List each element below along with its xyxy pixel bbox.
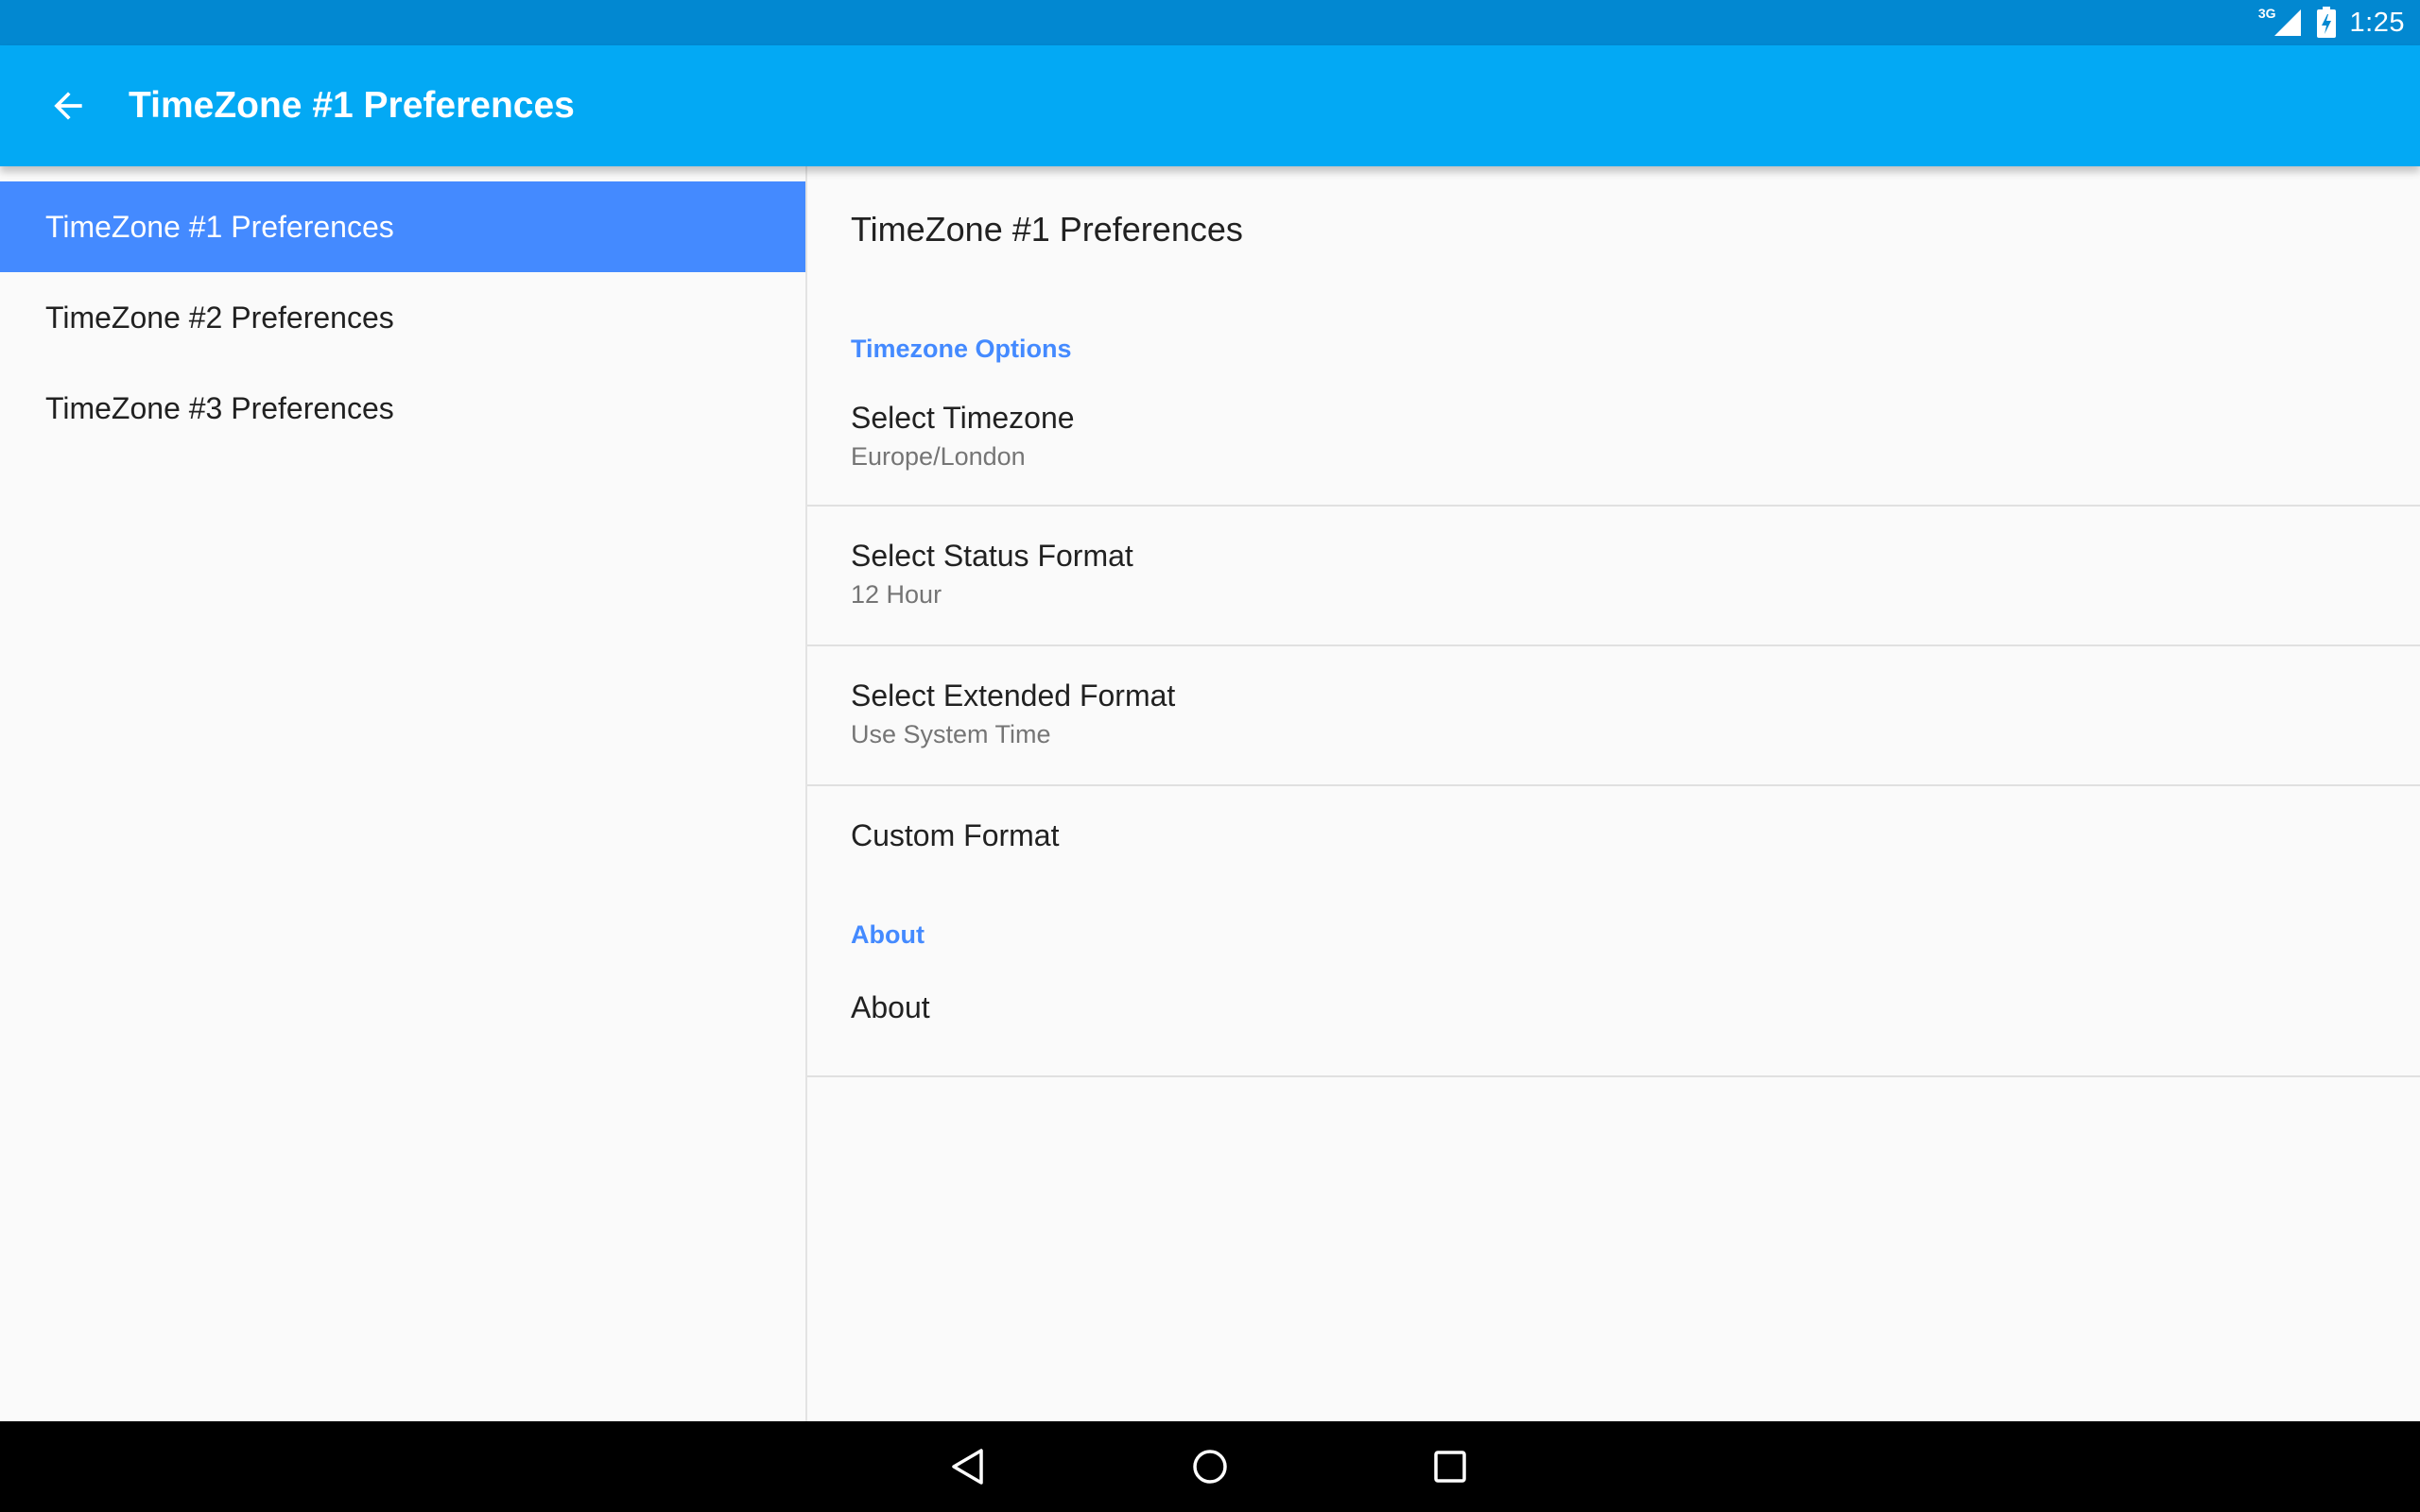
nav-back-button[interactable] (923, 1433, 1013, 1501)
category-timezone-options: Timezone Options (851, 335, 1072, 363)
home-circle-icon (1193, 1450, 1227, 1484)
navigation-bar (0, 1421, 2420, 1512)
pref-summary: Use System Time (851, 720, 1051, 748)
status-bar: 3G 1:25 (0, 0, 2420, 45)
signal-icon (2273, 9, 2301, 36)
pref-select-status-format[interactable]: Select Status Format 12 Hour (807, 508, 2420, 646)
recents-square-icon (1434, 1451, 1466, 1483)
nav-recents-button[interactable] (1405, 1433, 1495, 1501)
status-clock: 1:25 (2349, 7, 2405, 38)
pref-title: About (851, 990, 930, 1024)
detail-title: TimeZone #1 Preferences (851, 210, 1243, 249)
nav-home-button[interactable] (1165, 1433, 1255, 1501)
network-type-label: 3G (2257, 6, 2276, 21)
header-item-timezone-2[interactable]: TimeZone #2 Preferences (0, 272, 805, 363)
pref-title: Select Status Format (851, 539, 1133, 573)
pref-summary: 12 Hour (851, 580, 942, 609)
pref-custom-format[interactable]: Custom Format (807, 788, 2420, 890)
battery-icon (2316, 7, 2336, 38)
pref-about[interactable]: About (807, 960, 2420, 1077)
headers-list: TimeZone #1 Preferences TimeZone #2 Pref… (0, 166, 807, 1421)
header-item-timezone-3[interactable]: TimeZone #3 Preferences (0, 363, 805, 454)
app-bar-title: TimeZone #1 Preferences (129, 85, 575, 126)
back-button[interactable] (34, 72, 102, 140)
pref-title: Custom Format (851, 818, 1060, 852)
status-icons: 3G 1:25 (2258, 0, 2405, 45)
preferences-detail-pane: TimeZone #1 Preferences Timezone Options… (807, 166, 2420, 1421)
pref-select-extended-format[interactable]: Select Extended Format Use System Time (807, 648, 2420, 786)
category-about: About (851, 920, 925, 949)
pref-select-timezone[interactable]: Select Timezone Europe/London (807, 374, 2420, 507)
pref-title: Select Extended Format (851, 679, 1176, 713)
pref-summary: Europe/London (851, 442, 1026, 471)
app-bar: TimeZone #1 Preferences (0, 45, 2420, 166)
header-item-timezone-1[interactable]: TimeZone #1 Preferences (0, 181, 805, 272)
back-triangle-icon (952, 1449, 983, 1485)
arrow-back-icon (54, 92, 82, 120)
pref-title: Select Timezone (851, 401, 1075, 435)
